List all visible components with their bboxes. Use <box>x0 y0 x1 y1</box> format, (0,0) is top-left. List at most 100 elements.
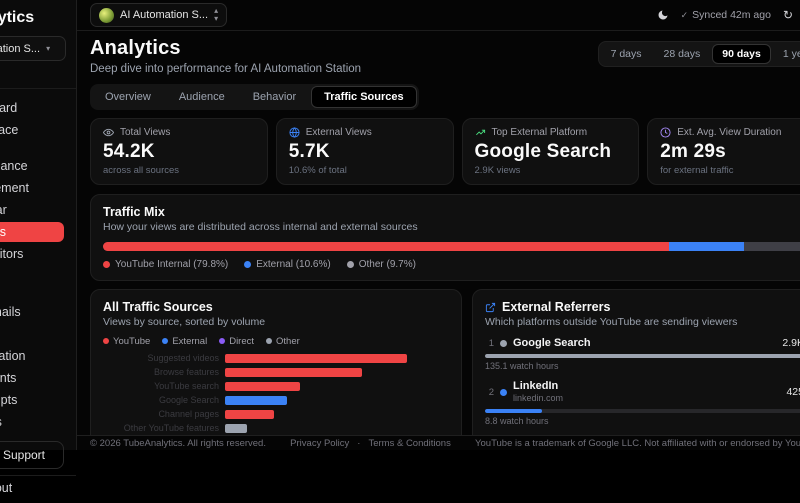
sidebar-item-calendar[interactable]: Calendar <box>0 200 64 220</box>
channel-name: AI Automation S... <box>120 9 208 21</box>
sidebar-item-content[interactable]: Content <box>0 280 64 300</box>
legend-dot <box>266 338 272 344</box>
referrer-watch-hours: 135.1 watch hours <box>485 361 800 371</box>
app-window: TubeAnalytics AI Automation S... ▾ m ago… <box>0 0 800 450</box>
sidebar-item-transcripts[interactable]: Transcripts <box>0 390 64 410</box>
tab-overview[interactable]: Overview <box>92 86 164 108</box>
bar[interactable] <box>225 424 247 433</box>
analytics-tabs: Overview Audience Behavior Traffic Sourc… <box>90 84 419 110</box>
segment-youtube-internal <box>103 242 669 251</box>
globe-icon <box>289 127 300 138</box>
terms-link[interactable]: Terms & Conditions <box>368 438 450 449</box>
sidebar-item-performance[interactable]: Performance <box>0 156 64 176</box>
trend-up-icon <box>475 127 486 138</box>
dark-mode-toggle[interactable] <box>657 9 669 21</box>
range-90-days[interactable]: 90 days <box>712 44 771 64</box>
sidebar-nav: Dashboard Workspace Performance Manageme… <box>0 89 76 433</box>
stat-label: Ext. Avg. View Duration <box>677 127 781 138</box>
stat-value: Google Search <box>475 141 627 163</box>
bar[interactable] <box>225 410 274 419</box>
stat-external-views: External Views 5.7K 10.6% of total <box>276 118 454 185</box>
stat-cards: Total Views 54.2K across all sources Ext… <box>90 118 800 185</box>
refresh-icon[interactable]: ↻ <box>783 8 793 22</box>
stat-sub: across all sources <box>103 165 255 176</box>
traffic-sources-title: All Traffic Sources <box>103 300 449 314</box>
footer: © 2026 TubeAnalytics. All rights reserve… <box>77 435 800 450</box>
title-row: Analytics Deep dive into performance for… <box>90 37 800 75</box>
bar[interactable] <box>225 396 287 405</box>
logout-button[interactable]: Logout <box>0 475 76 503</box>
range-1-year[interactable]: 1 year <box>773 44 800 64</box>
channel-avatar <box>99 8 114 23</box>
sidebar-item-analytics[interactable]: Analytics <box>0 222 64 242</box>
legend-item: Other <box>266 336 300 347</box>
all-traffic-sources-card: All Traffic Sources Views by source, sor… <box>90 289 462 435</box>
check-icon: ✓ <box>681 10 689 20</box>
platform-dot <box>500 340 507 347</box>
topbar-actions: ✓Synced 42m ago ↻ <box>657 8 793 22</box>
referrer-watch-hours: 8.8 watch hours <box>485 416 800 426</box>
traffic-mix-subtitle: How your views are distributed across in… <box>103 221 800 233</box>
referrer-rank: 2 <box>485 387 494 398</box>
stat-label: Total Views <box>120 127 170 138</box>
stat-value: 2m 29s <box>660 141 800 163</box>
sidebar-item-thumbnails[interactable]: Thumbnails <box>0 302 64 322</box>
sidebar-item-workspace[interactable]: Workspace <box>0 120 64 140</box>
segment-external <box>669 242 744 251</box>
referrer-views: 2.9K <box>782 337 800 349</box>
sidebar-item-competitors[interactable]: Competitors <box>0 244 64 264</box>
range-28-days[interactable]: 28 days <box>654 44 711 64</box>
referrer-name: LinkedInlinkedin.com <box>513 380 563 405</box>
tab-behavior[interactable]: Behavior <box>240 86 309 108</box>
bar-row: Channel pages <box>103 410 449 419</box>
stat-label: External Views <box>306 127 372 138</box>
bar[interactable] <box>225 368 362 377</box>
referrer-row[interactable]: 1 Google Search 2.9K 135.1 watch hours <box>485 337 800 371</box>
tab-audience[interactable]: Audience <box>166 86 238 108</box>
moon-icon <box>657 9 669 21</box>
date-range-selector: 7 days 28 days 90 days 1 year <box>598 41 800 67</box>
stat-sub: for external traffic <box>660 165 800 176</box>
sidebar-item-optimization[interactable]: Optimization <box>0 346 64 366</box>
legend-item: Direct <box>219 336 254 347</box>
chevron-updown-icon: ▴▾ <box>214 7 218 23</box>
sidebar-channel-selector[interactable]: AI Automation S... ▾ <box>0 36 66 61</box>
traffic-sources-bar-chart: Suggested videos Browse features YouTube… <box>103 354 449 435</box>
referrer-domain: linkedin.com <box>513 393 563 403</box>
sidebar-item-management[interactable]: Management <box>0 178 64 198</box>
tab-traffic-sources[interactable]: Traffic Sources <box>311 86 416 108</box>
stat-top-external-platform: Top External Platform Google Search 2.9K… <box>462 118 640 185</box>
platform-dot <box>500 389 507 396</box>
ai-support-button[interactable]: AI Support <box>0 441 64 469</box>
legend-dot <box>244 261 251 268</box>
referrer-row[interactable]: 2 LinkedInlinkedin.com 425 8.8 watch hou… <box>485 380 800 426</box>
trademark-notice: YouTube is a trademark of Google LLC. No… <box>475 438 800 449</box>
main-area: AI Automation S... ▴▾ ✓Synced 42m ago ↻ … <box>77 0 800 450</box>
channel-selector[interactable]: AI Automation S... ▴▾ <box>90 3 227 27</box>
page-subtitle: Deep dive into performance for AI Automa… <box>90 63 361 75</box>
bar[interactable] <box>225 382 300 391</box>
legend-item: YouTube Internal (79.8%) <box>103 259 228 270</box>
privacy-policy-link[interactable]: Privacy Policy <box>290 438 349 449</box>
range-7-days[interactable]: 7 days <box>601 44 652 64</box>
sidebar: TubeAnalytics AI Automation S... ▾ m ago… <box>0 0 77 450</box>
legend-dot <box>103 261 110 268</box>
sidebar-item-comments[interactable]: Comments <box>0 368 64 388</box>
clock-icon <box>660 127 671 138</box>
bottom-columns: All Traffic Sources Views by source, sor… <box>90 289 800 435</box>
sidebar-channel-label: AI Automation S... <box>0 43 40 55</box>
sidebar-item-titles[interactable]: Titles <box>0 324 64 344</box>
legend-dot <box>103 338 109 344</box>
bar[interactable] <box>225 354 407 363</box>
page-content: Analytics Deep dive into performance for… <box>77 31 800 435</box>
bar-row: Google Search <box>103 396 449 405</box>
stat-value: 54.2K <box>103 141 255 163</box>
sidebar-item-playlists[interactable]: Playlists <box>0 412 64 432</box>
page-title: Analytics <box>90 37 361 60</box>
bar-row: Browse features <box>103 368 449 377</box>
legend-item: External (10.6%) <box>244 259 330 270</box>
sidebar-item-dashboard[interactable]: Dashboard <box>0 98 64 118</box>
referrer-rank: 1 <box>485 338 494 349</box>
referrers-subtitle: Which platforms outside YouTube are send… <box>485 316 800 328</box>
sidebar-sync-status: m ago ↻ <box>0 61 76 89</box>
